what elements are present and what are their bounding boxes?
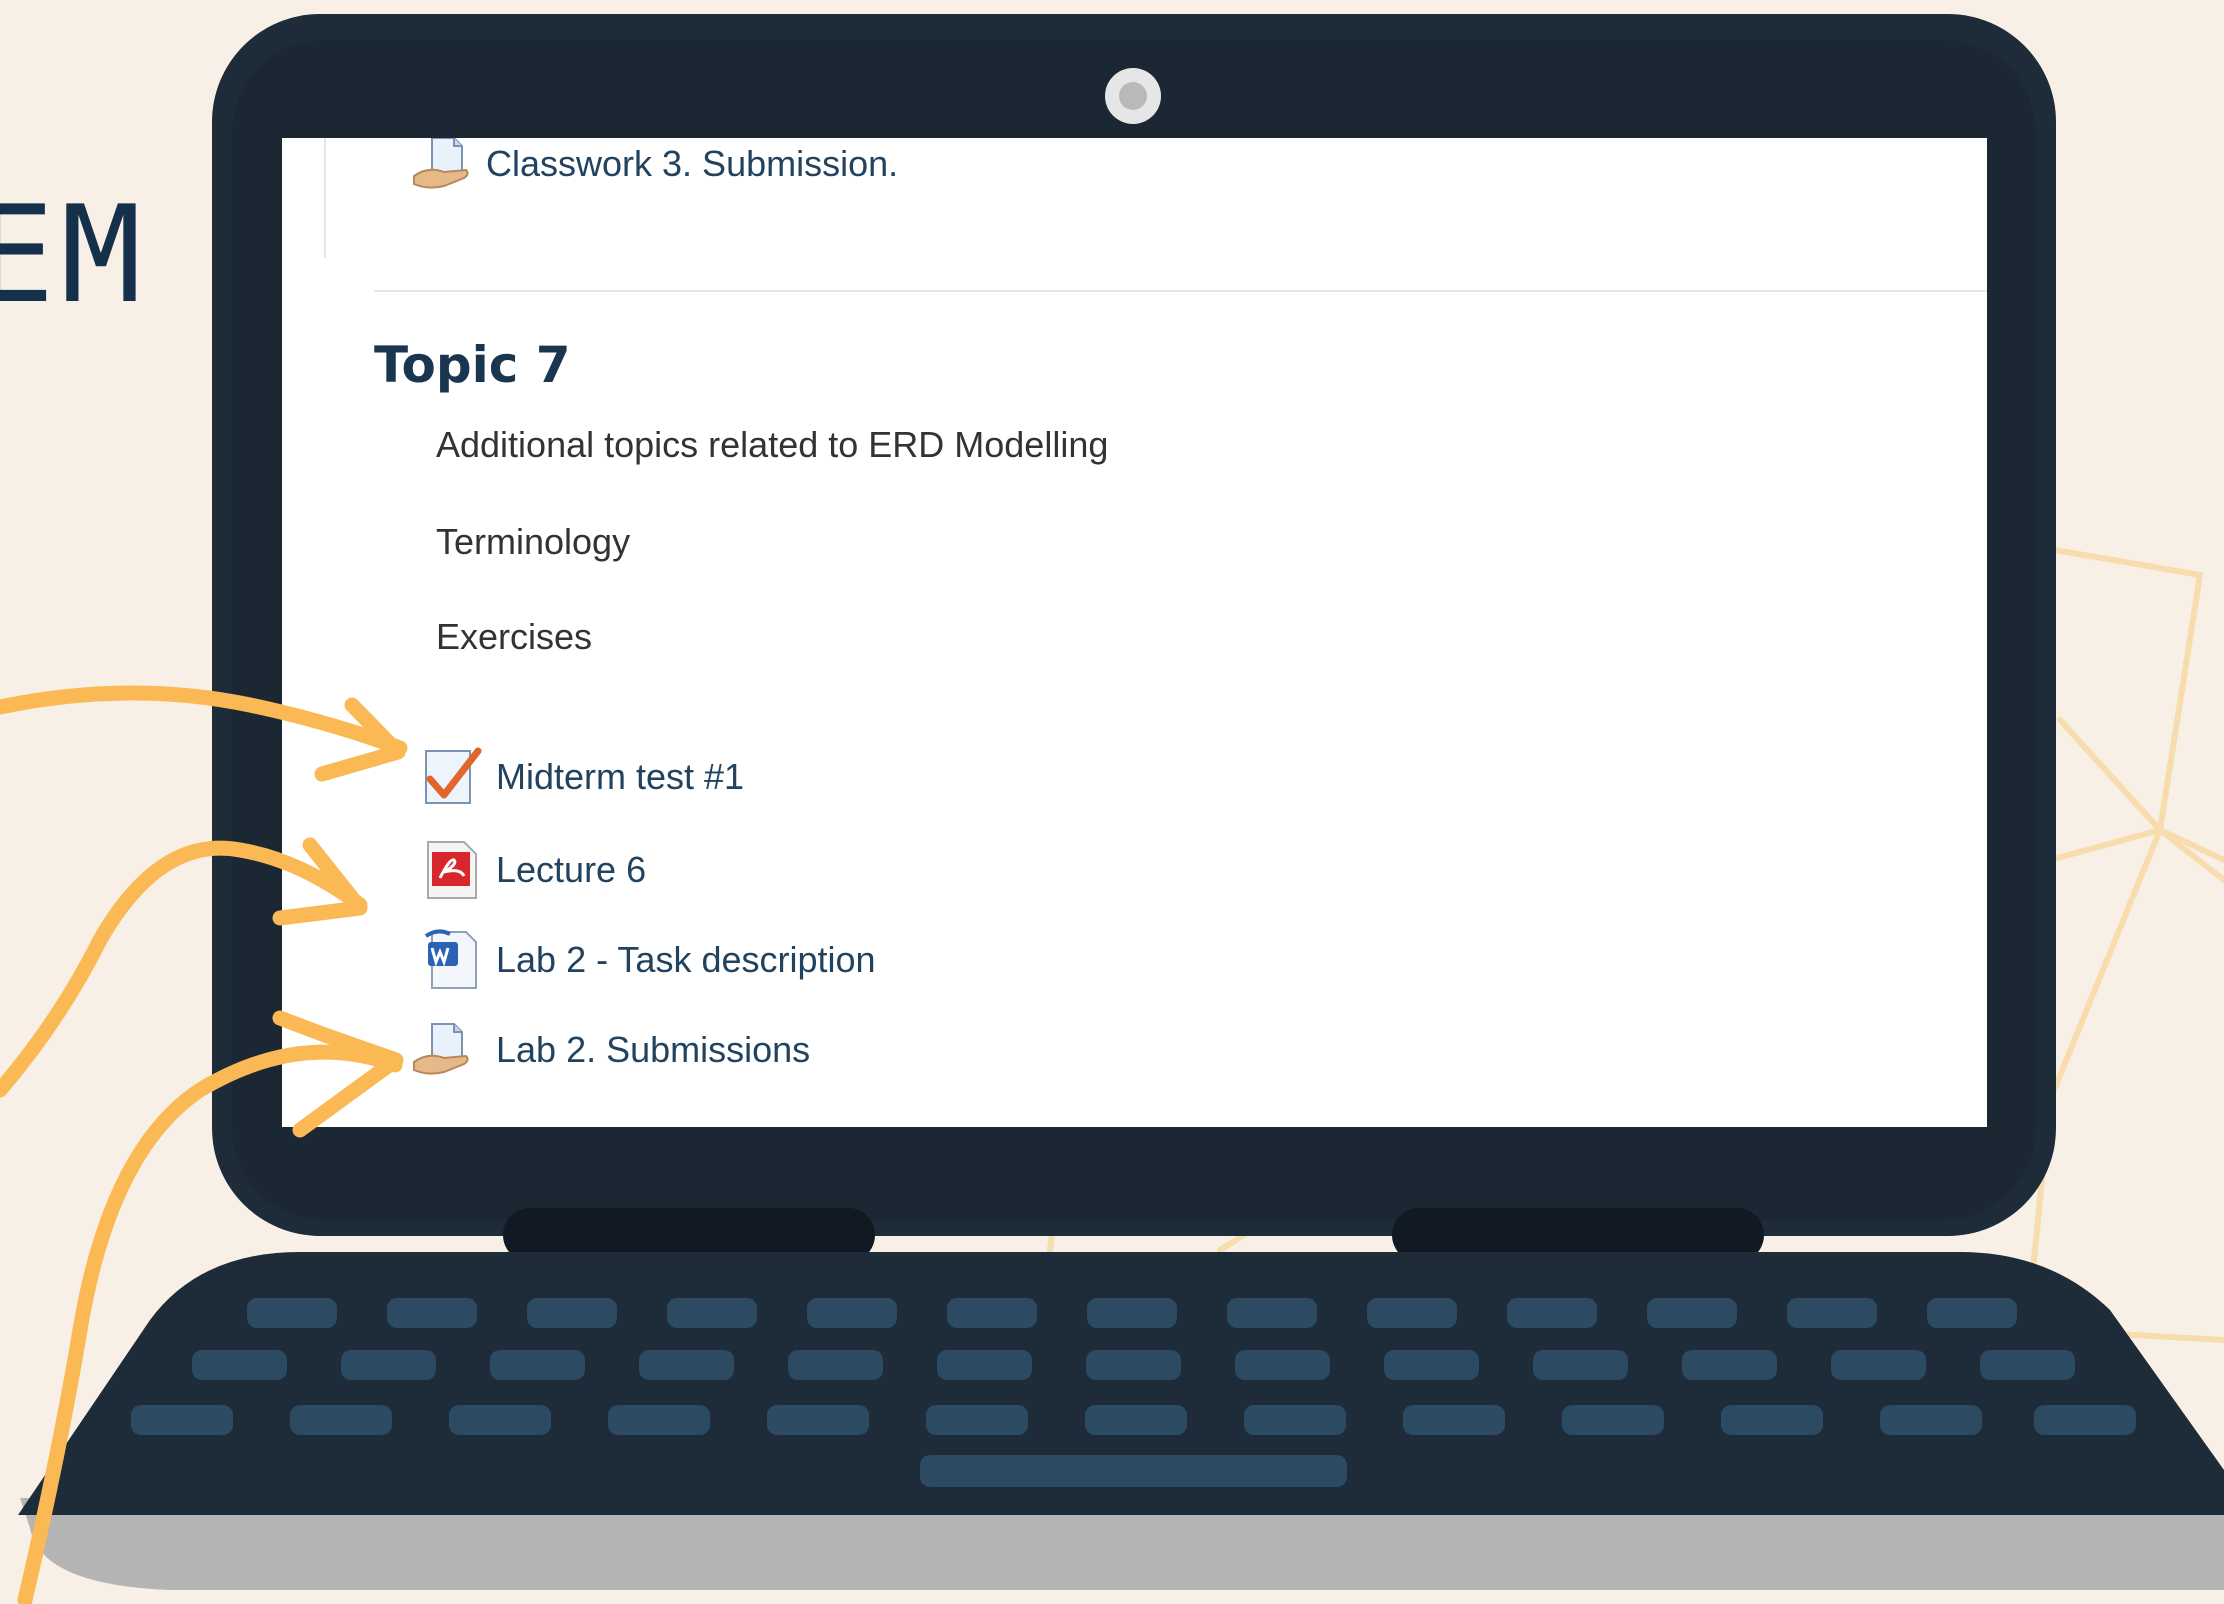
activity-lab-2-submissions[interactable]: Lab 2. Submissions [410,1018,810,1082]
section-summary-line: Additional topics related to ERD Modelli… [436,424,1109,465]
spacebar [920,1455,1347,1487]
pdf-file-icon [420,838,484,902]
section-divider [374,290,1987,292]
activity-classwork-3-submission[interactable]: Classwork 3. Submission. [410,138,898,196]
section-summary-line: Terminology [436,521,631,562]
background-heading-partial: EM [0,177,148,333]
activity-lab-2-task-description[interactable]: Lab 2 - Task description [420,928,876,992]
section-rail [324,138,326,258]
assignment-hand-icon [410,1018,474,1082]
activity-label: Lab 2 - Task description [496,939,876,980]
section-title: Topic 7 [374,336,571,394]
assignment-hand-icon [410,138,474,196]
course-page-screen: Classwork 3. Submission. Topic 7 Additio… [282,138,1987,1127]
activity-midterm-test[interactable]: Midterm test #1 [420,745,744,809]
activity-label: Midterm test #1 [496,756,745,797]
activity-label: Classwork 3. Submission. [486,143,899,184]
quiz-checkmark-icon [420,745,484,809]
section-summary-line: Exercises [436,616,593,657]
word-document-icon [420,928,484,992]
activity-lecture-6[interactable]: Lecture 6 [420,838,646,902]
activity-label: Lab 2. Submissions [496,1029,811,1070]
activity-label: Lecture 6 [496,849,647,890]
